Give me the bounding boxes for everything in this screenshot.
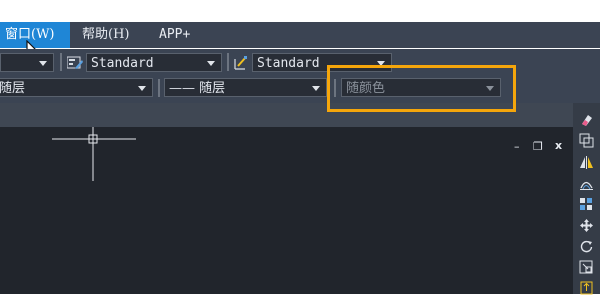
chevron-down-icon <box>138 86 146 91</box>
prev-style-dropdown[interactable] <box>0 53 54 72</box>
menu-app-plus[interactable]: APP+ <box>159 22 190 48</box>
restore-button[interactable]: ❐ <box>533 141 543 152</box>
mirror-icon[interactable] <box>579 155 594 170</box>
rotate-icon[interactable] <box>579 239 594 254</box>
linetype-dropdown[interactable]: —— 随层 <box>164 78 327 97</box>
drawing-canvas[interactable]: – ❐ x <box>0 127 573 294</box>
offset-icon[interactable] <box>579 176 594 191</box>
crosshair-cursor-icon <box>52 127 136 181</box>
chevron-down-icon <box>207 61 215 66</box>
text-style-icon <box>67 56 83 69</box>
toolbar-divider <box>60 53 62 71</box>
modify-toolbar <box>573 103 600 295</box>
move-icon[interactable] <box>579 218 594 233</box>
layer-dropdown[interactable]: 随层 <box>0 78 153 97</box>
stretch-icon[interactable] <box>579 280 594 295</box>
menu-help[interactable]: 帮助(H) <box>82 22 129 48</box>
toolbar-divider <box>158 79 160 97</box>
layer-value: 随层 <box>0 81 26 96</box>
scale-icon[interactable] <box>579 260 594 275</box>
array-icon[interactable] <box>579 197 594 212</box>
linetype-value: —— 随层 <box>169 81 226 96</box>
menu-bar: 窗口(W) 帮助(H) APP+ <box>0 22 600 48</box>
eraser-icon[interactable] <box>579 112 594 127</box>
chevron-down-icon <box>39 61 47 66</box>
chevron-down-icon <box>312 86 320 91</box>
text-style-dropdown[interactable]: Standard <box>86 53 222 72</box>
dimension-style-value: Standard <box>257 56 320 71</box>
minimize-button[interactable]: – <box>514 141 520 152</box>
close-button[interactable]: x <box>555 140 562 151</box>
toolbar-divider <box>227 53 229 71</box>
text-style-value: Standard <box>91 56 154 71</box>
dimension-style-icon <box>234 56 247 70</box>
color-dropdown-highlight <box>327 65 516 112</box>
copy-icon[interactable] <box>579 133 594 148</box>
